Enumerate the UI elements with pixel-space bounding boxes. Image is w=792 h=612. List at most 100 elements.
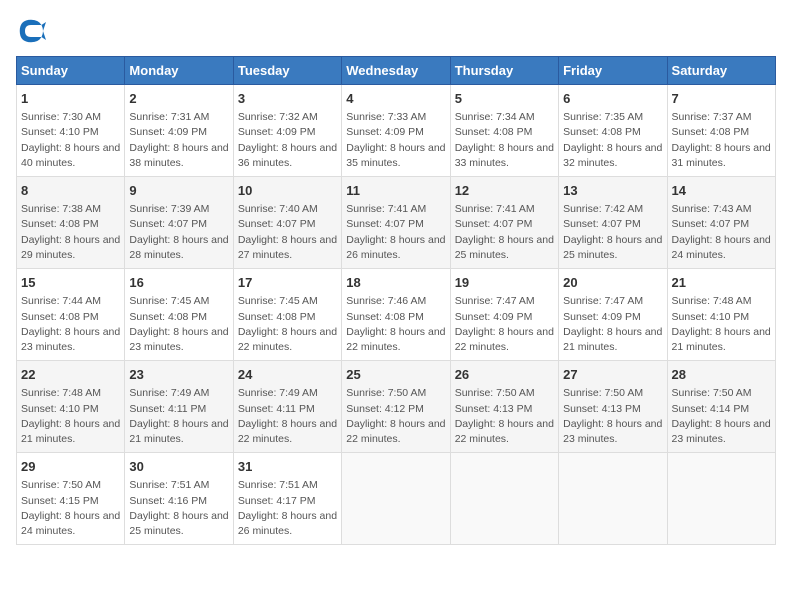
day-number: 12 xyxy=(455,182,554,200)
day-number: 3 xyxy=(238,90,337,108)
day-detail: Sunrise: 7:44 AM Sunset: 4:08 PM Dayligh… xyxy=(21,294,120,355)
calendar-cell: 5 Sunrise: 7:34 AM Sunset: 4:08 PM Dayli… xyxy=(450,85,558,177)
day-detail: Sunrise: 7:35 AM Sunset: 4:08 PM Dayligh… xyxy=(563,110,662,171)
calendar-cell: 28 Sunrise: 7:50 AM Sunset: 4:14 PM Dayl… xyxy=(667,361,775,453)
day-number: 25 xyxy=(346,366,445,384)
day-detail: Sunrise: 7:51 AM Sunset: 4:16 PM Dayligh… xyxy=(129,478,228,539)
calendar-body: 1 Sunrise: 7:30 AM Sunset: 4:10 PM Dayli… xyxy=(17,85,776,545)
calendar-cell: 8 Sunrise: 7:38 AM Sunset: 4:08 PM Dayli… xyxy=(17,177,125,269)
day-number: 14 xyxy=(672,182,771,200)
calendar-cell: 21 Sunrise: 7:48 AM Sunset: 4:10 PM Dayl… xyxy=(667,269,775,361)
calendar-cell: 9 Sunrise: 7:39 AM Sunset: 4:07 PM Dayli… xyxy=(125,177,233,269)
day-detail: Sunrise: 7:40 AM Sunset: 4:07 PM Dayligh… xyxy=(238,202,337,263)
column-header-tuesday: Tuesday xyxy=(233,57,341,85)
calendar-cell: 30 Sunrise: 7:51 AM Sunset: 4:16 PM Dayl… xyxy=(125,453,233,545)
day-number: 7 xyxy=(672,90,771,108)
day-number: 24 xyxy=(238,366,337,384)
calendar-week-row: 8 Sunrise: 7:38 AM Sunset: 4:08 PM Dayli… xyxy=(17,177,776,269)
day-detail: Sunrise: 7:33 AM Sunset: 4:09 PM Dayligh… xyxy=(346,110,445,171)
day-number: 26 xyxy=(455,366,554,384)
day-detail: Sunrise: 7:45 AM Sunset: 4:08 PM Dayligh… xyxy=(129,294,228,355)
calendar-week-row: 29 Sunrise: 7:50 AM Sunset: 4:15 PM Dayl… xyxy=(17,453,776,545)
day-detail: Sunrise: 7:50 AM Sunset: 4:15 PM Dayligh… xyxy=(21,478,120,539)
day-detail: Sunrise: 7:50 AM Sunset: 4:14 PM Dayligh… xyxy=(672,386,771,447)
day-number: 11 xyxy=(346,182,445,200)
day-detail: Sunrise: 7:30 AM Sunset: 4:10 PM Dayligh… xyxy=(21,110,120,171)
column-header-wednesday: Wednesday xyxy=(342,57,450,85)
page-header xyxy=(16,16,776,46)
day-number: 18 xyxy=(346,274,445,292)
day-number: 28 xyxy=(672,366,771,384)
calendar-cell: 23 Sunrise: 7:49 AM Sunset: 4:11 PM Dayl… xyxy=(125,361,233,453)
calendar-cell: 29 Sunrise: 7:50 AM Sunset: 4:15 PM Dayl… xyxy=(17,453,125,545)
calendar-cell: 17 Sunrise: 7:45 AM Sunset: 4:08 PM Dayl… xyxy=(233,269,341,361)
calendar-cell xyxy=(342,453,450,545)
calendar-cell: 31 Sunrise: 7:51 AM Sunset: 4:17 PM Dayl… xyxy=(233,453,341,545)
day-number: 15 xyxy=(21,274,120,292)
day-number: 9 xyxy=(129,182,228,200)
calendar-cell: 1 Sunrise: 7:30 AM Sunset: 4:10 PM Dayli… xyxy=(17,85,125,177)
day-number: 2 xyxy=(129,90,228,108)
day-number: 22 xyxy=(21,366,120,384)
day-number: 23 xyxy=(129,366,228,384)
calendar-cell: 20 Sunrise: 7:47 AM Sunset: 4:09 PM Dayl… xyxy=(559,269,667,361)
day-number: 6 xyxy=(563,90,662,108)
day-detail: Sunrise: 7:49 AM Sunset: 4:11 PM Dayligh… xyxy=(238,386,337,447)
calendar-week-row: 15 Sunrise: 7:44 AM Sunset: 4:08 PM Dayl… xyxy=(17,269,776,361)
day-number: 30 xyxy=(129,458,228,476)
day-number: 8 xyxy=(21,182,120,200)
calendar-cell: 14 Sunrise: 7:43 AM Sunset: 4:07 PM Dayl… xyxy=(667,177,775,269)
calendar-cell: 4 Sunrise: 7:33 AM Sunset: 4:09 PM Dayli… xyxy=(342,85,450,177)
calendar-cell: 2 Sunrise: 7:31 AM Sunset: 4:09 PM Dayli… xyxy=(125,85,233,177)
day-detail: Sunrise: 7:46 AM Sunset: 4:08 PM Dayligh… xyxy=(346,294,445,355)
day-detail: Sunrise: 7:47 AM Sunset: 4:09 PM Dayligh… xyxy=(455,294,554,355)
day-detail: Sunrise: 7:51 AM Sunset: 4:17 PM Dayligh… xyxy=(238,478,337,539)
day-detail: Sunrise: 7:42 AM Sunset: 4:07 PM Dayligh… xyxy=(563,202,662,263)
day-number: 31 xyxy=(238,458,337,476)
calendar-cell: 26 Sunrise: 7:50 AM Sunset: 4:13 PM Dayl… xyxy=(450,361,558,453)
day-number: 27 xyxy=(563,366,662,384)
day-detail: Sunrise: 7:45 AM Sunset: 4:08 PM Dayligh… xyxy=(238,294,337,355)
day-detail: Sunrise: 7:50 AM Sunset: 4:13 PM Dayligh… xyxy=(455,386,554,447)
calendar-cell: 6 Sunrise: 7:35 AM Sunset: 4:08 PM Dayli… xyxy=(559,85,667,177)
day-number: 10 xyxy=(238,182,337,200)
calendar-cell: 27 Sunrise: 7:50 AM Sunset: 4:13 PM Dayl… xyxy=(559,361,667,453)
day-detail: Sunrise: 7:41 AM Sunset: 4:07 PM Dayligh… xyxy=(455,202,554,263)
calendar-cell: 15 Sunrise: 7:44 AM Sunset: 4:08 PM Dayl… xyxy=(17,269,125,361)
calendar-cell: 10 Sunrise: 7:40 AM Sunset: 4:07 PM Dayl… xyxy=(233,177,341,269)
logo xyxy=(16,16,50,46)
column-header-sunday: Sunday xyxy=(17,57,125,85)
column-header-saturday: Saturday xyxy=(667,57,775,85)
column-header-friday: Friday xyxy=(559,57,667,85)
day-number: 21 xyxy=(672,274,771,292)
calendar-cell: 11 Sunrise: 7:41 AM Sunset: 4:07 PM Dayl… xyxy=(342,177,450,269)
calendar-cell: 16 Sunrise: 7:45 AM Sunset: 4:08 PM Dayl… xyxy=(125,269,233,361)
calendar-cell: 12 Sunrise: 7:41 AM Sunset: 4:07 PM Dayl… xyxy=(450,177,558,269)
day-detail: Sunrise: 7:38 AM Sunset: 4:08 PM Dayligh… xyxy=(21,202,120,263)
day-number: 20 xyxy=(563,274,662,292)
calendar-cell: 7 Sunrise: 7:37 AM Sunset: 4:08 PM Dayli… xyxy=(667,85,775,177)
calendar-cell xyxy=(450,453,558,545)
day-number: 13 xyxy=(563,182,662,200)
day-detail: Sunrise: 7:39 AM Sunset: 4:07 PM Dayligh… xyxy=(129,202,228,263)
calendar-header-row: SundayMondayTuesdayWednesdayThursdayFrid… xyxy=(17,57,776,85)
day-number: 17 xyxy=(238,274,337,292)
day-detail: Sunrise: 7:43 AM Sunset: 4:07 PM Dayligh… xyxy=(672,202,771,263)
column-header-monday: Monday xyxy=(125,57,233,85)
calendar-table: SundayMondayTuesdayWednesdayThursdayFrid… xyxy=(16,56,776,545)
day-number: 1 xyxy=(21,90,120,108)
day-number: 29 xyxy=(21,458,120,476)
day-detail: Sunrise: 7:47 AM Sunset: 4:09 PM Dayligh… xyxy=(563,294,662,355)
day-detail: Sunrise: 7:48 AM Sunset: 4:10 PM Dayligh… xyxy=(672,294,771,355)
calendar-cell: 13 Sunrise: 7:42 AM Sunset: 4:07 PM Dayl… xyxy=(559,177,667,269)
calendar-cell: 19 Sunrise: 7:47 AM Sunset: 4:09 PM Dayl… xyxy=(450,269,558,361)
calendar-cell: 22 Sunrise: 7:48 AM Sunset: 4:10 PM Dayl… xyxy=(17,361,125,453)
calendar-week-row: 22 Sunrise: 7:48 AM Sunset: 4:10 PM Dayl… xyxy=(17,361,776,453)
day-number: 4 xyxy=(346,90,445,108)
day-number: 16 xyxy=(129,274,228,292)
day-detail: Sunrise: 7:34 AM Sunset: 4:08 PM Dayligh… xyxy=(455,110,554,171)
day-detail: Sunrise: 7:48 AM Sunset: 4:10 PM Dayligh… xyxy=(21,386,120,447)
day-number: 5 xyxy=(455,90,554,108)
column-header-thursday: Thursday xyxy=(450,57,558,85)
day-detail: Sunrise: 7:37 AM Sunset: 4:08 PM Dayligh… xyxy=(672,110,771,171)
